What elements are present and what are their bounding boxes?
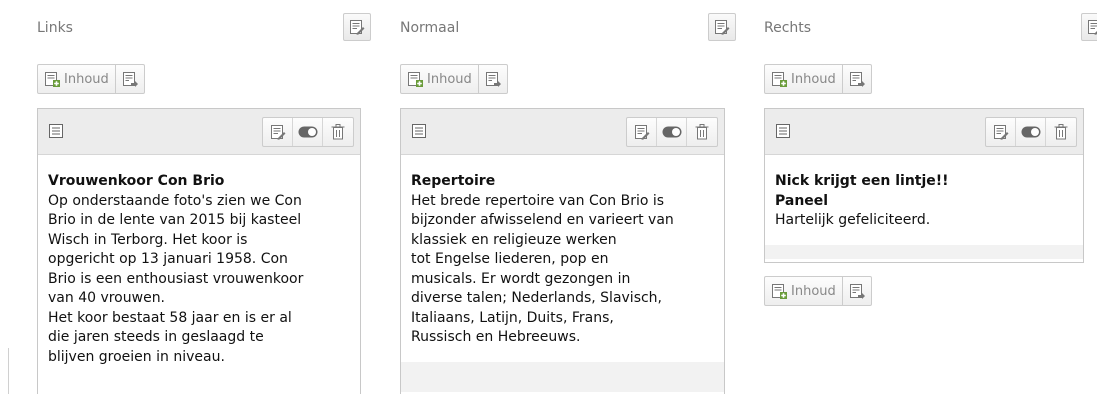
trash-icon [695,124,709,140]
new-content-group: Inhoud [764,64,872,94]
new-content-icon [771,71,787,87]
element-actions [626,117,718,147]
element-body: Repertoire Het brede repertoire van Con … [401,155,724,362]
element-header [401,109,724,155]
new-content-label: Inhoud [64,71,109,87]
element-text-line: diverse talen; Nederlands, Slavisch, [411,290,663,306]
trash-icon [1054,124,1068,140]
paste-button[interactable] [479,65,507,93]
element-text-line: tot Engelse liederen, pop en [411,251,609,267]
element-text-line: bijzonder afwisselend en varieert van [411,212,674,228]
trash-icon [331,124,345,140]
toggle-visibility-button[interactable] [1016,118,1046,146]
edit-column-button[interactable] [1081,13,1097,41]
element-text-line: Het brede repertoire van Con Brio is [411,192,665,209]
column-title: Links [37,20,73,36]
element-actions [985,117,1077,147]
paste-button[interactable] [116,65,144,93]
text-element-icon [48,123,64,139]
element-header [38,109,360,155]
toggle-visibility-button[interactable] [657,118,687,146]
element-text-line: blijven groeien in niveau. [48,348,225,365]
element-text-line: Hartelijk gefeliciteerd. [775,212,931,228]
element-heading: Repertoire [411,173,496,189]
text-element-icon [775,123,791,139]
column-title: Rechts [764,20,812,36]
element-text-line: die jaren steeds in geslaagd te [48,329,264,345]
new-content-group: Inhoud [400,64,508,94]
edit-icon [270,124,286,140]
edit-page-icon [714,19,730,35]
content-element: Vrouwenkoor Con Brio Op onderstaande fot… [37,108,361,394]
page-edge-divider [8,348,10,394]
edit-column-button[interactable] [343,13,371,41]
element-subheading: Paneel [775,192,829,209]
element-text-line: Brio is een enthousiast vrouwenkoor [48,270,304,287]
element-body: Vrouwenkoor Con Brio Op onderstaande fot… [38,155,360,381]
element-heading: Vrouwenkoor Con Brio [48,173,225,189]
content-element: Nick krijgt een lintje!! Paneel Hartelij… [764,108,1084,263]
new-content-label: Inhoud [791,283,836,299]
edit-page-icon [349,19,365,35]
element-actions [262,117,354,147]
element-text-line: opgericht op 13 januari 1958. Con [48,251,288,267]
element-text-line: van 40 vrouwen. [48,290,166,306]
edit-icon [993,124,1009,140]
new-content-button[interactable]: Inhoud [765,65,843,93]
element-heading: Nick krijgt een lintje!! [775,173,949,189]
edit-column-button[interactable] [708,13,736,41]
element-text-line: Het koor bestaat 58 jaar en is er al [48,309,292,326]
edit-element-button[interactable] [986,118,1016,146]
paste-icon [849,71,865,87]
toggle-visibility-icon [1021,126,1041,138]
edit-page-icon [1087,19,1097,35]
toggle-visibility-button[interactable] [293,118,323,146]
paste-button[interactable] [843,277,871,305]
column-normaal: Normaal Inhoud Repertoire Het brede repe… [388,0,736,394]
column-links: Links Inhoud Vrouwenkoor Con Brio Op ond… [25,0,371,394]
paste-icon [485,71,501,87]
delete-element-button[interactable] [687,118,717,146]
element-text-line: klassiek en religieuze werken [411,231,617,248]
column-header: Normaal [388,0,736,58]
element-body: Nick krijgt een lintje!! Paneel Hartelij… [765,155,1083,245]
new-content-icon [44,71,60,87]
edit-element-button[interactable] [263,118,293,146]
toggle-visibility-icon [298,126,318,138]
edit-icon [634,124,650,140]
element-text-line: Wisch in Terborg. Het koor is [48,231,248,248]
new-content-icon [407,71,423,87]
toggle-visibility-icon [662,126,682,138]
new-content-label: Inhoud [791,71,836,87]
new-content-group: Inhoud [37,64,145,94]
element-footer [765,244,1083,259]
delete-element-button[interactable] [1046,118,1076,146]
element-text-line: Italiaans, Latijn, Duits, Frans, [411,309,614,326]
paste-icon [849,283,865,299]
element-text-line: Op onderstaande foto's zien we Con [48,192,302,209]
element-text-line: Brio in de lente van 2015 bij kasteel [48,212,302,228]
element-header [765,109,1083,155]
text-element-icon [411,123,427,139]
content-element: Repertoire Het brede repertoire van Con … [400,108,725,394]
delete-element-button[interactable] [323,118,353,146]
paste-button[interactable] [843,65,871,93]
new-content-icon [771,283,787,299]
new-content-label: Inhoud [427,71,472,87]
edit-element-button[interactable] [627,118,657,146]
new-content-button[interactable]: Inhoud [38,65,116,93]
element-text-line: Russisch en Hebreeuws. [411,329,581,345]
column-rechts: Rechts Inhoud Nick krijgt een lintje!! P… [752,0,1097,394]
column-header: Rechts [752,0,1097,58]
element-text-line: musicals. Er wordt gezongen in [411,270,631,287]
paste-icon [122,71,138,87]
new-content-button[interactable]: Inhoud [401,65,479,93]
new-content-group-bottom: Inhoud [764,276,872,306]
element-footer [401,361,724,392]
new-content-button[interactable]: Inhoud [765,277,843,305]
column-title: Normaal [400,20,460,36]
column-header: Links [25,0,371,58]
